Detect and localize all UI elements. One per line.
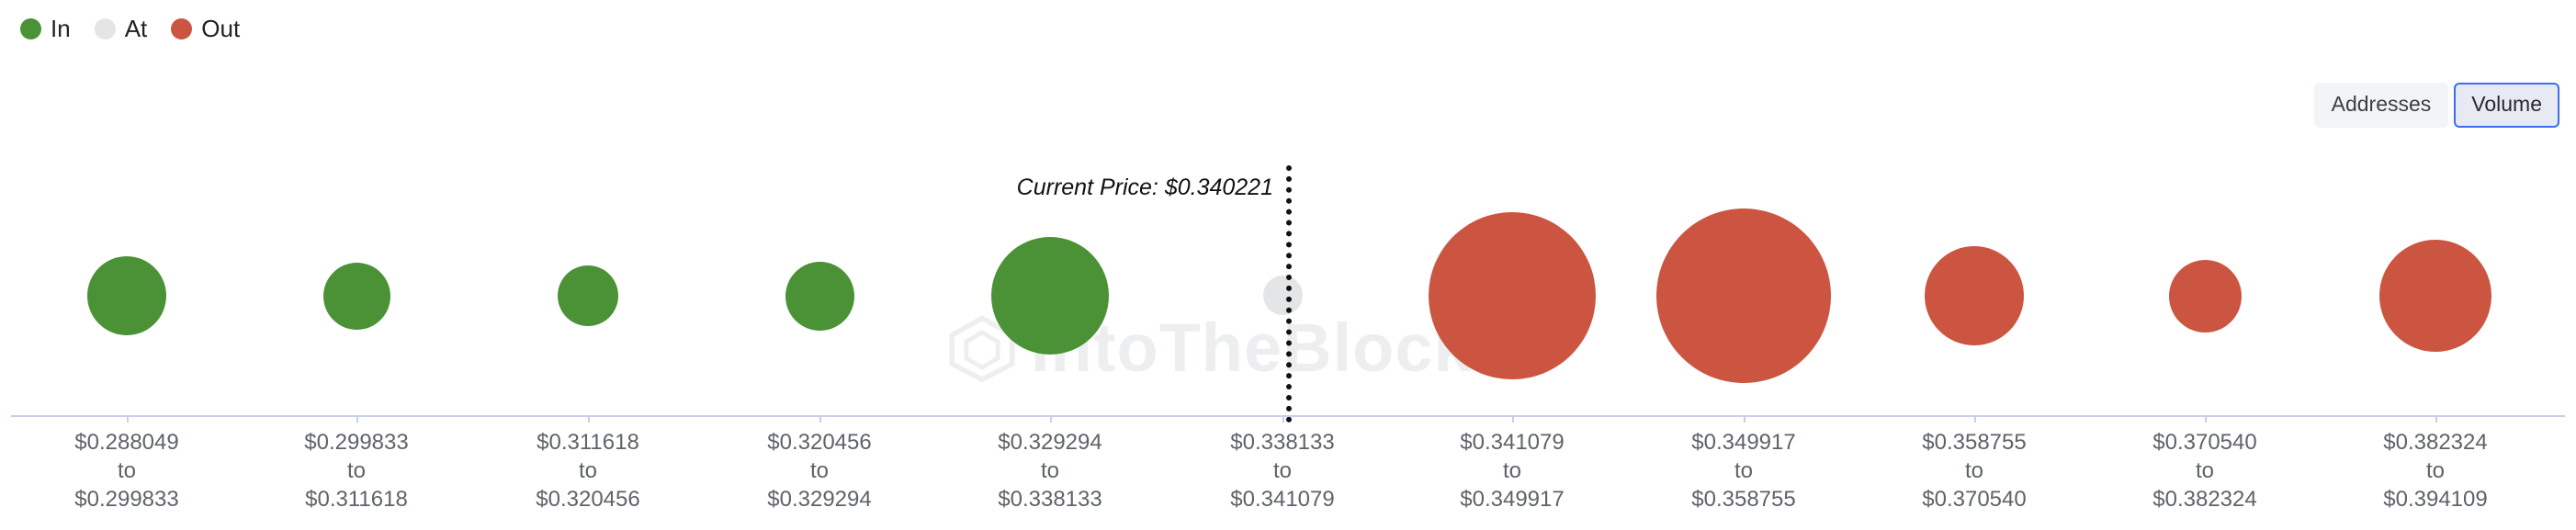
x-axis-tick (356, 415, 358, 423)
bubble-in-3[interactable] (785, 261, 854, 331)
x-axis-label-line-1: $0.299833 (304, 430, 409, 455)
x-axis-label-line-2: to (1040, 458, 1059, 483)
x-axis-label-line-3: $0.370540 (1922, 487, 2027, 512)
x-axis-label: $0.349917 to $0.358755 (1633, 428, 1854, 513)
x-axis-label-line-3: $0.338133 (998, 487, 1102, 512)
x-axis-label-line-2: to (117, 458, 136, 483)
x-axis-label-line-2: to (809, 458, 829, 483)
x-axis-label-line-2: to (1272, 458, 1292, 483)
plot-area: IntoTheBlock Current Price: $0.340221 $0… (0, 0, 2576, 530)
x-axis-tick (127, 415, 129, 423)
x-axis-label: $0.311618 to $0.320456 (478, 428, 698, 513)
x-axis-label: $0.329294 to $0.338133 (940, 428, 1160, 513)
x-axis-label-line-2: to (1964, 458, 1983, 483)
x-axis-label-line-3: $0.329294 (767, 487, 872, 512)
x-axis-tick (1744, 415, 1746, 423)
x-axis-label-line-1: $0.341079 (1460, 430, 1565, 455)
x-axis-label: $0.320456 to $0.329294 (709, 428, 930, 513)
bubble-out-7[interactable] (1656, 209, 1831, 383)
x-axis-tick (1974, 415, 1976, 423)
x-axis-label: $0.338133 to $0.341079 (1172, 428, 1393, 513)
bubble-in-1[interactable] (322, 262, 390, 330)
x-axis-label-line-3: $0.341079 (1230, 487, 1335, 512)
current-price-label: Current Price: $0.340221 (1016, 175, 1273, 200)
x-axis-label: $0.288049 to $0.299833 (17, 428, 237, 513)
bubble-out-8[interactable] (1925, 246, 2024, 345)
bubble-out-6[interactable] (1429, 212, 1596, 379)
x-axis-tick (588, 415, 590, 423)
x-axis-label-line-3: $0.320456 (536, 487, 640, 512)
bubble-out-10[interactable] (2379, 240, 2491, 352)
x-axis-label-line-2: to (2425, 458, 2445, 483)
x-axis-ticks (0, 415, 2576, 424)
x-axis-labels: $0.288049 to $0.299833 $0.299833 to $0.311618… (0, 428, 2576, 529)
x-axis-label-line-1: $0.358755 (1922, 430, 2027, 455)
x-axis-label-line-3: $0.358755 (1691, 487, 1796, 512)
x-axis-label-line-2: to (346, 458, 366, 483)
x-axis-label-line-1: $0.382324 (2383, 430, 2488, 455)
x-axis-label-line-2: to (2195, 458, 2214, 483)
x-axis-label-line-3: $0.394109 (2383, 487, 2488, 512)
x-axis-tick (2205, 415, 2207, 423)
x-axis-tick (1282, 415, 1284, 423)
x-axis-label: $0.358755 to $0.370540 (1864, 428, 2085, 513)
x-axis-tick (1512, 415, 1514, 423)
x-axis-label-line-3: $0.311618 (305, 487, 408, 512)
x-axis-label-line-1: $0.320456 (767, 430, 872, 455)
x-axis-label: $0.341079 to $0.349917 (1402, 428, 1622, 513)
x-axis-label-line-1: $0.288049 (74, 430, 179, 455)
bubble-in-0[interactable] (87, 256, 166, 335)
x-axis-label-line-3: $0.299833 (74, 487, 179, 512)
current-price-line (1286, 165, 1292, 423)
x-axis-label: $0.382324 to $0.394109 (2325, 428, 2546, 513)
bubble-in-2[interactable] (558, 265, 618, 326)
x-axis-tick (819, 415, 821, 423)
x-axis-label-line-3: $0.349917 (1460, 487, 1565, 512)
x-axis-label-line-2: to (1734, 458, 1753, 483)
x-axis-label-line-3: $0.382324 (2152, 487, 2257, 512)
x-axis-label-line-2: to (578, 458, 597, 483)
x-axis-label-line-1: $0.370540 (2152, 430, 2257, 455)
bubble-out-9[interactable] (2168, 259, 2242, 333)
x-axis-label-line-1: $0.349917 (1691, 430, 1796, 455)
bubble-in-4[interactable] (991, 237, 1109, 355)
bubble-at-5[interactable] (1262, 275, 1303, 315)
x-axis-tick (2435, 415, 2437, 423)
x-axis-label-line-2: to (1502, 458, 1521, 483)
x-axis-label-line-1: $0.311618 (537, 430, 639, 455)
x-axis-label: $0.370540 to $0.382324 (2095, 428, 2315, 513)
x-axis-label-line-1: $0.338133 (1230, 430, 1335, 455)
bubble-chart: In At Out Addresses Volume IntoTheBlock Cur… (0, 0, 2576, 530)
x-axis-label-line-1: $0.329294 (998, 430, 1102, 455)
x-axis-label: $0.299833 to $0.311618 (246, 428, 467, 513)
x-axis-tick (1050, 415, 1052, 423)
